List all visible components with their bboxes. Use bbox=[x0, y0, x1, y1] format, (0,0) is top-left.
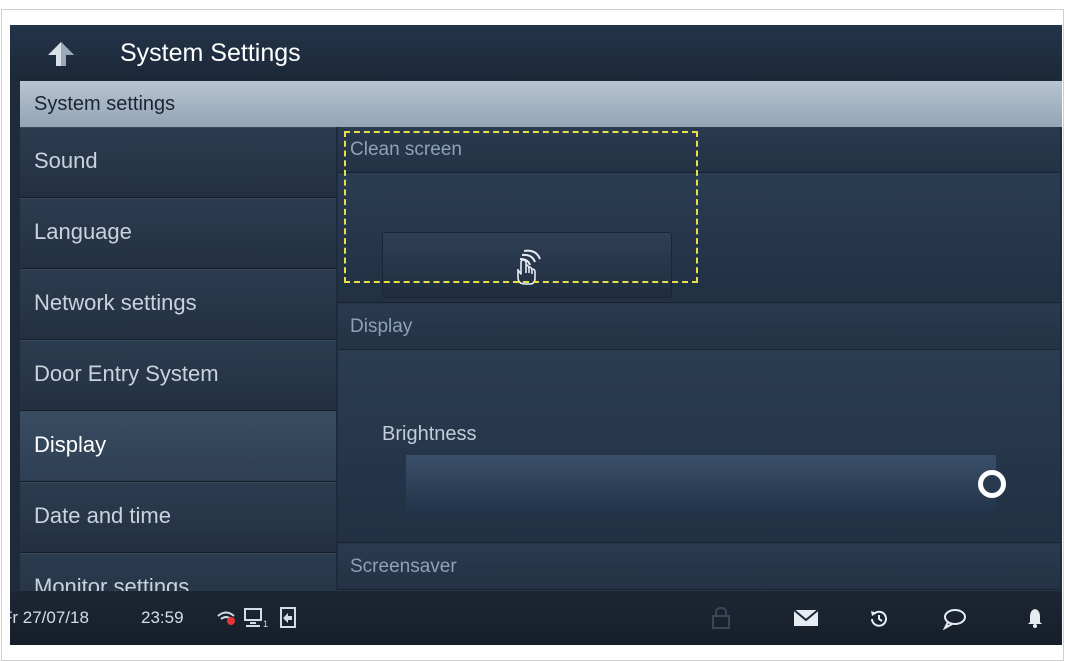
status-bar: Fr 27/07/18 23:59 1 bbox=[10, 591, 1062, 645]
sidebar-item-display[interactable]: Display bbox=[20, 411, 336, 482]
chat-icon[interactable] bbox=[942, 608, 966, 630]
bell-icon[interactable] bbox=[1026, 607, 1044, 629]
page-title: System Settings bbox=[120, 39, 301, 67]
sidebar-item-date-and-time[interactable]: Date and time bbox=[20, 482, 336, 553]
history-icon[interactable] bbox=[868, 608, 890, 630]
sidebar-item-network-settings[interactable]: Network settings bbox=[20, 269, 336, 340]
lock-icon[interactable] bbox=[710, 606, 732, 630]
status-date: Fr 27/07/18 bbox=[10, 608, 89, 627]
section-header: System settings bbox=[20, 81, 1062, 127]
brightness-slider-track[interactable] bbox=[406, 455, 996, 513]
display-group bbox=[338, 350, 1060, 543]
wifi-disconnected-icon bbox=[217, 611, 235, 625]
sidebar-item-sound[interactable]: Sound bbox=[20, 127, 336, 198]
sidebar-item-label: Language bbox=[34, 219, 132, 244]
exit-icon[interactable] bbox=[278, 607, 298, 629]
title-bar: System Settings bbox=[10, 25, 1062, 81]
clean-screen-button[interactable] bbox=[382, 232, 672, 298]
sidebar-item-label: Monitor settings bbox=[34, 574, 190, 591]
sidebar-item-label: Display bbox=[34, 432, 107, 457]
device-screen: System Settings System settings Sound La… bbox=[10, 25, 1062, 645]
mail-icon[interactable] bbox=[793, 609, 819, 627]
settings-content: Clean screen Display Brightness Screensa… bbox=[338, 127, 1060, 591]
sidebar-item-label: Date and time bbox=[34, 503, 171, 528]
back-arrow-icon[interactable] bbox=[44, 39, 78, 69]
monitor-index: 1 bbox=[263, 619, 268, 628]
sidebar: Sound Language Network settings Door Ent… bbox=[20, 127, 336, 591]
brightness-label: Brightness bbox=[382, 423, 477, 445]
sidebar-item-language[interactable]: Language bbox=[20, 198, 336, 269]
sidebar-item-label: Door Entry System bbox=[34, 361, 219, 386]
status-time: 23:59 bbox=[141, 608, 184, 627]
sidebar-item-label: Sound bbox=[34, 148, 98, 173]
screensaver-heading: Screensaver bbox=[338, 544, 1060, 590]
monitor-1-icon: 1 bbox=[244, 608, 268, 628]
sidebar-item-door-entry-system[interactable]: Door Entry System bbox=[20, 340, 336, 411]
hand-wipe-icon bbox=[517, 249, 541, 285]
display-heading: Display bbox=[338, 304, 1060, 350]
sidebar-item-monitor-settings[interactable]: Monitor settings bbox=[20, 553, 336, 591]
sidebar-item-label: Network settings bbox=[34, 290, 197, 315]
clean-screen-heading: Clean screen bbox=[338, 127, 1060, 173]
brightness-slider-knob[interactable] bbox=[978, 470, 1006, 498]
